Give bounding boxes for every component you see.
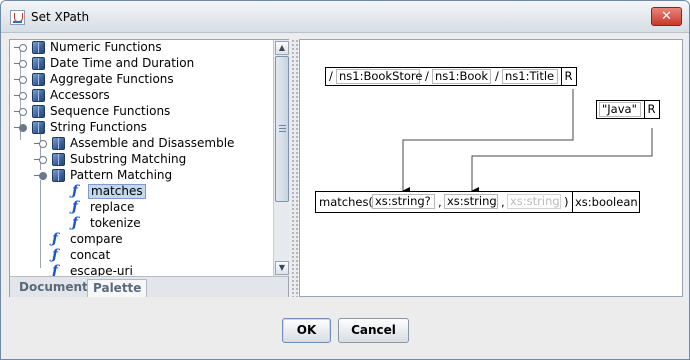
tree-item-label: Pattern Matching — [70, 168, 173, 182]
path-step-title[interactable]: ns1:Title — [502, 69, 558, 84]
package-cube-icon — [32, 105, 45, 118]
collapse-handle-icon[interactable] — [34, 172, 48, 180]
tree-item-label: concat — [70, 248, 111, 262]
expand-handle-icon[interactable] — [14, 76, 28, 84]
path-expression-node[interactable]: / ns1:BookStore / ns1:Book / ns1:Title R — [325, 67, 577, 86]
pattern-to-param-arrow — [471, 128, 653, 195]
path-result-port[interactable]: R — [561, 68, 575, 85]
tree-scrollbar[interactable]: ▲ ▼ — [273, 40, 289, 276]
path-to-input-arrow — [402, 89, 574, 195]
expand-handle-icon[interactable] — [34, 140, 48, 148]
function-icon: ƒ — [52, 263, 59, 277]
package-cube-icon — [32, 73, 45, 86]
package-cube-icon — [52, 153, 65, 166]
scroll-up-arrow-icon[interactable]: ▲ — [275, 41, 289, 55]
expand-handle-icon[interactable] — [34, 156, 48, 164]
cancel-button[interactable]: Cancel — [338, 318, 409, 343]
literal-result-port[interactable]: R — [644, 101, 658, 118]
tree-item-label: Date Time and Duration — [50, 56, 195, 70]
param-input[interactable]: xs:string? — [372, 194, 435, 209]
tree-item-label: matches — [88, 184, 146, 199]
tree-item-label: compare — [70, 232, 123, 246]
tree-item-label: tokenize — [90, 216, 141, 230]
tree-item-label: replace — [90, 200, 135, 214]
expand-handle-icon[interactable] — [14, 108, 28, 116]
tree-item-label: String Functions — [50, 120, 147, 134]
java-app-icon — [10, 10, 25, 25]
tree-item-label: Numeric Functions — [50, 40, 162, 54]
string-literal-node[interactable]: "Java" R — [596, 100, 660, 119]
function-icon: ƒ — [52, 231, 59, 247]
tab-document[interactable]: Document — [14, 279, 93, 297]
scroll-down-arrow-icon[interactable]: ▼ — [275, 261, 289, 275]
param-pattern[interactable]: xs:string — [444, 194, 498, 209]
function-tree: Numeric Functions Date Time and Duration… — [10, 40, 273, 276]
package-cube-icon — [32, 41, 45, 54]
path-separator: / — [495, 69, 499, 83]
tree-item-label: Sequence Functions — [50, 104, 171, 118]
scrollbar-thumb[interactable] — [275, 56, 289, 202]
expand-handle-icon[interactable] — [14, 44, 28, 52]
tree-item-label: Substring Matching — [70, 152, 187, 166]
function-name: matches( — [319, 195, 373, 209]
splitter-handle[interactable] — [291, 39, 299, 297]
function-return-type: xs:boolean — [575, 195, 638, 209]
path-step-book[interactable]: ns1:Book — [432, 69, 491, 84]
function-icon: ƒ — [72, 215, 79, 231]
xpath-canvas: / ns1:BookStore / ns1:Book / ns1:Title R… — [299, 39, 683, 297]
package-cube-icon — [52, 169, 65, 182]
tab-palette[interactable]: Palette — [87, 279, 148, 297]
collapse-handle-icon[interactable] — [14, 124, 28, 132]
tree-item-label: Assemble and Disassemble — [70, 136, 235, 150]
path-separator: / — [329, 69, 333, 83]
function-icon: ƒ — [52, 247, 59, 263]
expand-handle-icon[interactable] — [14, 60, 28, 68]
package-cube-icon — [32, 89, 45, 102]
param-comma: , — [501, 195, 505, 209]
set-xpath-dialog: Set XPath ✕ Numeric Functions Date Time … — [0, 0, 690, 360]
function-close-paren: ) — [564, 195, 569, 209]
title-bar[interactable]: Set XPath ✕ — [1, 1, 689, 33]
ok-button[interactable]: OK — [282, 318, 331, 343]
package-cube-icon — [32, 57, 45, 70]
expand-handle-icon[interactable] — [14, 92, 28, 100]
tree-item-label: Aggregate Functions — [50, 72, 174, 86]
param-comma: , — [438, 195, 442, 209]
tree-line — [40, 180, 41, 268]
param-flags-optional[interactable]: xs:string — [507, 194, 561, 209]
matches-function-node[interactable]: matches( xs:string? , xs:string , xs:str… — [315, 191, 640, 213]
function-icon: ƒ — [72, 199, 79, 215]
literal-value[interactable]: "Java" — [599, 102, 641, 117]
close-button[interactable]: ✕ — [651, 7, 682, 26]
function-tree-panel: Numeric Functions Date Time and Duration… — [9, 39, 289, 297]
path-separator: / — [425, 69, 429, 83]
function-icon: ƒ — [72, 183, 79, 199]
tree-item-label: escape-uri — [70, 264, 133, 276]
package-cube-icon — [52, 137, 65, 150]
package-cube-icon — [32, 121, 45, 134]
path-step-bookstore[interactable]: ns1:BookStore — [336, 69, 423, 84]
panel-tabs: Document Palette — [10, 276, 288, 297]
tree-item-label: Accessors — [50, 88, 110, 102]
window-title: Set XPath — [31, 10, 90, 24]
